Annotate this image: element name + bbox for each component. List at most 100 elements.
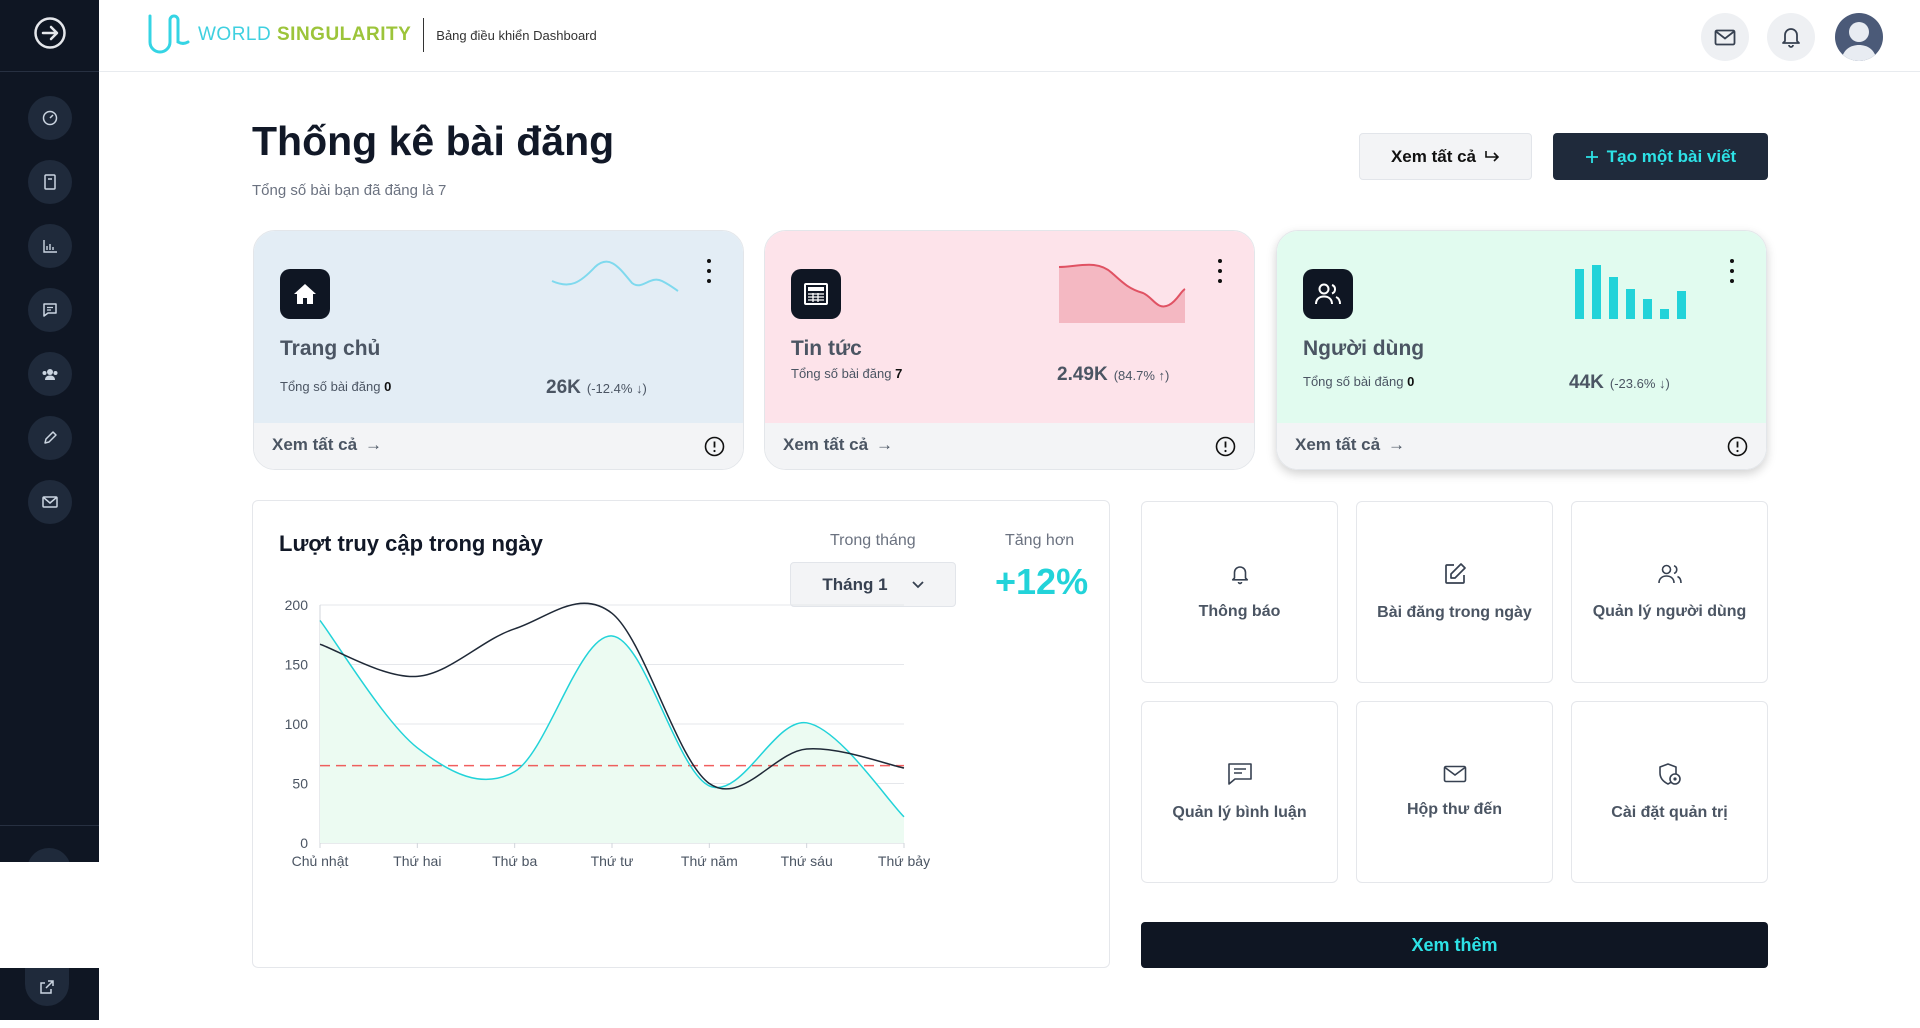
tile-label: Thông báo bbox=[1198, 603, 1281, 620]
visits-chart-panel: Lượt truy cập trong ngày Trong tháng Thá… bbox=[252, 500, 1110, 968]
nav-documents[interactable] bbox=[27, 160, 72, 204]
arrow-right-circle-icon bbox=[33, 17, 66, 49]
sidebar-gap bbox=[0, 862, 99, 968]
card-body: Trang chủ Tổng số bài đăng 0 26K (-12.4% … bbox=[254, 231, 743, 423]
card-sub-label: Tổng số bài đăng bbox=[791, 366, 896, 381]
card-menu-button[interactable] bbox=[1724, 259, 1740, 283]
card-sub-label: Tổng số bài đăng bbox=[1303, 374, 1408, 389]
create-post-button[interactable]: Tạo một bài viết bbox=[1553, 133, 1768, 180]
logo[interactable]: WORLD SINGULARITY Bảng điều khiển Dashbo… bbox=[146, 12, 597, 58]
growth-label: Tăng hơn bbox=[1005, 532, 1075, 549]
bar-chart-icon bbox=[42, 240, 57, 253]
external-link-icon bbox=[40, 980, 54, 994]
tile-label: Cài đặt quản trị bbox=[1611, 804, 1728, 821]
card-title: Tin tức bbox=[791, 337, 862, 360]
card-stat: 44K (-23.6% ↓) bbox=[1569, 372, 1670, 394]
stat-card-news: Tin tức Tổng số bài đăng 7 2.49K (84.7% ↑… bbox=[764, 230, 1255, 470]
comment-icon bbox=[1227, 763, 1252, 785]
nav-mail[interactable] bbox=[27, 480, 72, 524]
shield-settings-icon bbox=[1658, 763, 1681, 785]
tile-comment-management[interactable]: Quản lý bình luận bbox=[1141, 701, 1338, 883]
info-icon[interactable] bbox=[1727, 436, 1748, 457]
card-footer-label: Xem tất cả bbox=[783, 435, 869, 454]
nav-comments[interactable] bbox=[27, 288, 72, 332]
pencil-icon bbox=[43, 431, 57, 444]
tile-notifications[interactable]: Thông báo bbox=[1141, 501, 1338, 683]
chart-title: Lượt truy cập trong ngày bbox=[279, 531, 543, 556]
x-tick-label: Thứ ba bbox=[492, 853, 537, 869]
card-title: Trang chủ bbox=[280, 337, 381, 360]
newspaper-icon bbox=[804, 283, 828, 305]
y-tick-label: 50 bbox=[292, 776, 308, 792]
arrow-right-icon: → bbox=[365, 435, 383, 454]
x-tick-label: Thứ sáu bbox=[781, 853, 833, 869]
tile-label: Quản lý người dùng bbox=[1592, 603, 1747, 620]
month-filter-label: Trong tháng bbox=[830, 532, 916, 549]
card-view-all-link[interactable]: Xem tất cả → bbox=[1295, 435, 1405, 455]
logo-separator bbox=[423, 18, 425, 52]
x-tick-label: Thứ tư bbox=[591, 853, 634, 869]
logo-word-2: SINGULARITY bbox=[277, 24, 412, 45]
card-stat-value: 26K bbox=[546, 377, 581, 398]
y-tick-label: 0 bbox=[300, 835, 308, 851]
sidebar-divider bbox=[0, 825, 99, 826]
card-icon-container bbox=[280, 269, 330, 319]
tile-inbox[interactable]: Hộp thư đến bbox=[1356, 701, 1553, 883]
y-tick-label: 100 bbox=[285, 716, 309, 732]
see-more-button[interactable]: Xem thêm bbox=[1141, 922, 1768, 968]
arrow-right-icon: → bbox=[1388, 435, 1406, 454]
mail-icon bbox=[41, 496, 58, 508]
user-avatar[interactable] bbox=[1835, 13, 1883, 61]
nav-logout[interactable] bbox=[25, 968, 69, 1006]
page-subtitle: Tổng số bài bạn đã đăng là 7 bbox=[252, 182, 447, 199]
tile-user-management[interactable]: Quản lý người dùng bbox=[1571, 501, 1768, 683]
card-icon-container bbox=[791, 269, 841, 319]
header-subtitle: Bảng điều khiển Dashboard bbox=[436, 27, 597, 43]
info-icon[interactable] bbox=[1215, 436, 1236, 457]
view-all-button[interactable]: Xem tất cả bbox=[1359, 133, 1532, 180]
visits-line-chart: 0 50 100 150 200 Chủ nhật Thứ hai Thứ ba Thứ tư T… bbox=[285, 597, 930, 869]
avatar-icon bbox=[1835, 13, 1883, 61]
sidebar bbox=[0, 0, 99, 892]
mail-button[interactable] bbox=[1701, 13, 1749, 61]
info-icon[interactable] bbox=[704, 436, 725, 457]
nav-dashboard[interactable] bbox=[27, 96, 72, 140]
card-footer: Xem tất cả → bbox=[1277, 423, 1766, 469]
card-sub-count: 7 bbox=[895, 366, 903, 381]
card-footer-label: Xem tất cả bbox=[1295, 435, 1381, 454]
card-footer-label: Xem tất cả bbox=[272, 435, 358, 454]
sidebar-toggle-button[interactable] bbox=[33, 16, 67, 55]
create-post-label: Tạo một bài viết bbox=[1606, 146, 1737, 166]
mail-icon bbox=[1443, 765, 1466, 783]
tile-label: Bài đăng trong ngày bbox=[1377, 604, 1532, 621]
stat-card-users: Người dùng Tổng số bài đăng 0 44K (-23.6%… bbox=[1276, 230, 1767, 470]
chevron-down-icon bbox=[911, 580, 924, 588]
card-icon-container bbox=[1303, 269, 1353, 319]
sparkline-news bbox=[1058, 263, 1186, 323]
world-singularity-logo-icon bbox=[148, 14, 190, 54]
nav-edit[interactable] bbox=[27, 416, 72, 460]
users-icon bbox=[1315, 283, 1341, 305]
card-body: Người dùng Tổng số bài đăng 0 44K (-23.6%… bbox=[1277, 231, 1766, 423]
card-menu-button[interactable] bbox=[1212, 259, 1228, 283]
x-tick-label: Thứ năm bbox=[681, 853, 738, 869]
nav-users[interactable] bbox=[27, 352, 72, 396]
tile-daily-posts[interactable]: Bài đăng trong ngày bbox=[1356, 501, 1553, 683]
card-sub-count: 0 bbox=[1407, 374, 1415, 389]
sidebar-header bbox=[0, 0, 99, 72]
card-title: Người dùng bbox=[1303, 337, 1425, 360]
edit-icon bbox=[1444, 563, 1466, 584]
card-subtitle: Tổng số bài đăng 0 bbox=[280, 379, 391, 394]
card-menu-button[interactable] bbox=[701, 259, 717, 283]
card-view-all-link[interactable]: Xem tất cả → bbox=[783, 435, 893, 455]
y-tick-label: 150 bbox=[285, 657, 309, 673]
nav-statistics[interactable] bbox=[27, 224, 72, 268]
notification-button[interactable] bbox=[1767, 13, 1815, 61]
document-icon bbox=[43, 174, 56, 190]
card-footer: Xem tất cả → bbox=[254, 423, 743, 469]
arrow-right-icon: → bbox=[876, 435, 894, 454]
users-icon bbox=[1657, 564, 1682, 584]
users-group-icon bbox=[42, 369, 57, 380]
card-view-all-link[interactable]: Xem tất cả → bbox=[272, 435, 382, 455]
tile-admin-settings[interactable]: Cài đặt quản trị bbox=[1571, 701, 1768, 883]
